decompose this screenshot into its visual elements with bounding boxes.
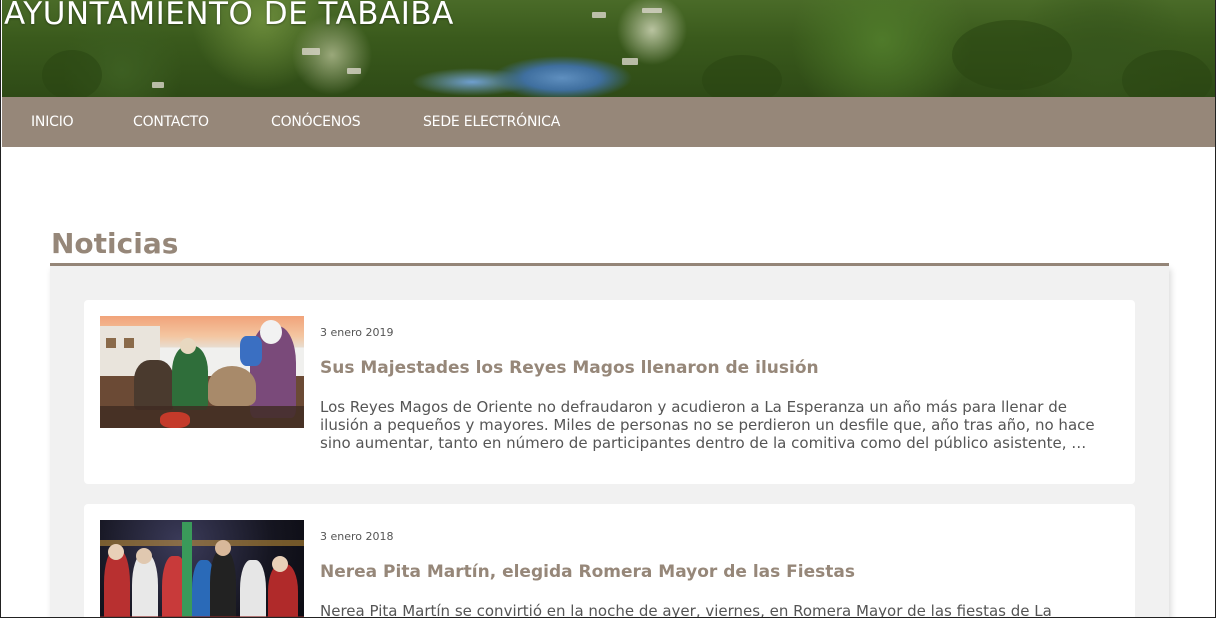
header-banner: AYUNTAMIENTO DE TABAIBA — [2, 0, 1215, 97]
news-thumbnail[interactable] — [100, 316, 304, 428]
section-title: Noticias — [51, 227, 179, 260]
news-title[interactable]: Sus Majestades los Reyes Magos llenaron … — [320, 358, 819, 378]
page: AYUNTAMIENTO DE TABAIBA INICIO CONTACTO … — [0, 0, 1216, 618]
news-card[interactable]: 3 enero 2019 Sus Majestades los Reyes Ma… — [84, 300, 1135, 484]
nav-item-inicio[interactable]: INICIO — [31, 97, 74, 147]
main-nav: INICIO CONTACTO CONÓCENOS SEDE ELECTRÓNI… — [2, 97, 1215, 147]
news-thumbnail[interactable] — [100, 520, 304, 617]
news-excerpt: Nerea Pita Martín se convirtió en la noc… — [320, 602, 1052, 618]
nav-item-contacto[interactable]: CONTACTO — [133, 97, 209, 147]
news-card[interactable]: 3 enero 2018 Nerea Pita Martín, elegida … — [84, 504, 1135, 618]
nav-item-conocenos[interactable]: CONÓCENOS — [271, 97, 361, 147]
news-title[interactable]: Nerea Pita Martín, elegida Romera Mayor … — [320, 562, 855, 582]
news-date: 3 enero 2018 — [320, 530, 394, 543]
news-date: 3 enero 2019 — [320, 326, 394, 339]
nav-item-sede-electronica[interactable]: SEDE ELECTRÓNICA — [423, 97, 560, 147]
site-title[interactable]: AYUNTAMIENTO DE TABAIBA — [4, 0, 454, 32]
news-excerpt: Los Reyes Magos de Oriente no defraudaro… — [320, 398, 1095, 452]
